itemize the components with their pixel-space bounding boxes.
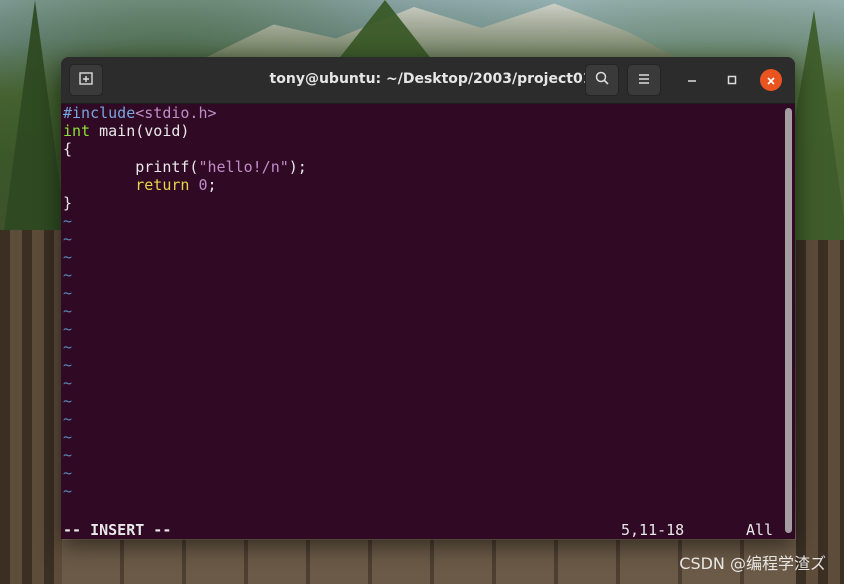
maximize-button[interactable]	[721, 69, 743, 91]
empty-line-marker: ~	[63, 464, 73, 482]
empty-line-marker: ~	[63, 284, 73, 302]
code-line: return 0;	[61, 176, 795, 194]
cursor-position: 5,11-18	[621, 521, 685, 539]
empty-line-marker: ~	[63, 230, 73, 248]
code-line: {	[61, 140, 795, 158]
code-token: ;	[207, 176, 217, 194]
empty-line-markers: ~ ~ ~ ~ ~ ~ ~ ~ ~ ~ ~ ~ ~ ~ ~ ~	[61, 212, 795, 500]
code-token: {	[63, 140, 73, 158]
empty-line-marker: ~	[63, 410, 73, 428]
empty-line-marker: ~	[63, 320, 73, 338]
code-token: int	[63, 122, 91, 140]
code-token: }	[63, 194, 73, 212]
empty-line-marker: ~	[63, 428, 73, 446]
code-token: return	[135, 176, 190, 194]
code-line: }	[61, 194, 795, 212]
empty-line-marker: ~	[63, 212, 73, 230]
background-tree	[0, 0, 70, 260]
code-line: int main(void)	[61, 122, 795, 140]
terminal-editor[interactable]: #include<stdio.h> int main(void) { print…	[61, 104, 795, 539]
scrollbar[interactable]	[785, 108, 792, 533]
empty-line-marker: ~	[63, 266, 73, 284]
maximize-icon	[726, 71, 738, 90]
code-token: );	[288, 158, 307, 176]
hamburger-menu-icon	[637, 71, 651, 90]
watermark: CSDN @编程学渣ズ	[679, 554, 826, 573]
close-button[interactable]	[760, 69, 782, 91]
empty-line-marker: ~	[63, 302, 73, 320]
empty-line-marker: ~	[63, 248, 73, 266]
mode-indicator: -- INSERT --	[63, 521, 172, 539]
window-title: tony@ubuntu: ~/Desktop/2003/project01	[269, 71, 593, 87]
background-bridge-railing	[796, 240, 844, 584]
titlebar: tony@ubuntu: ~/Desktop/2003/project01	[61, 57, 795, 104]
empty-line-marker: ~	[63, 338, 73, 356]
empty-line-marker: ~	[63, 446, 73, 464]
background-bridge-railing	[0, 230, 62, 584]
terminal-window: tony@ubuntu: ~/Desktop/2003/project01 #i…	[61, 57, 795, 539]
code-token: printf(	[135, 158, 199, 176]
empty-line-marker: ~	[63, 356, 73, 374]
empty-line-marker: ~	[63, 392, 73, 410]
new-tab-icon	[78, 70, 94, 90]
empty-line-marker: ~	[63, 374, 73, 392]
code-line: #include<stdio.h>	[61, 104, 795, 122]
minimize-button[interactable]	[681, 69, 703, 91]
code-token: 0	[198, 176, 208, 194]
code-token: "hello!/n"	[198, 158, 289, 176]
close-icon	[766, 71, 776, 90]
search-icon	[594, 70, 610, 90]
new-tab-button[interactable]	[69, 64, 103, 96]
search-button[interactable]	[585, 64, 619, 96]
code-token: #include	[63, 104, 136, 122]
code-token: <stdio.h>	[135, 104, 217, 122]
code-line: printf("hello!/n");	[61, 158, 795, 176]
vim-statusline: -- INSERT -- 5,11-18 All	[61, 521, 795, 539]
code-token: main(void)	[90, 122, 190, 140]
scroll-position: All	[746, 521, 774, 539]
minimize-icon	[686, 71, 698, 90]
menu-button[interactable]	[627, 64, 661, 96]
empty-line-marker: ~	[63, 482, 73, 500]
